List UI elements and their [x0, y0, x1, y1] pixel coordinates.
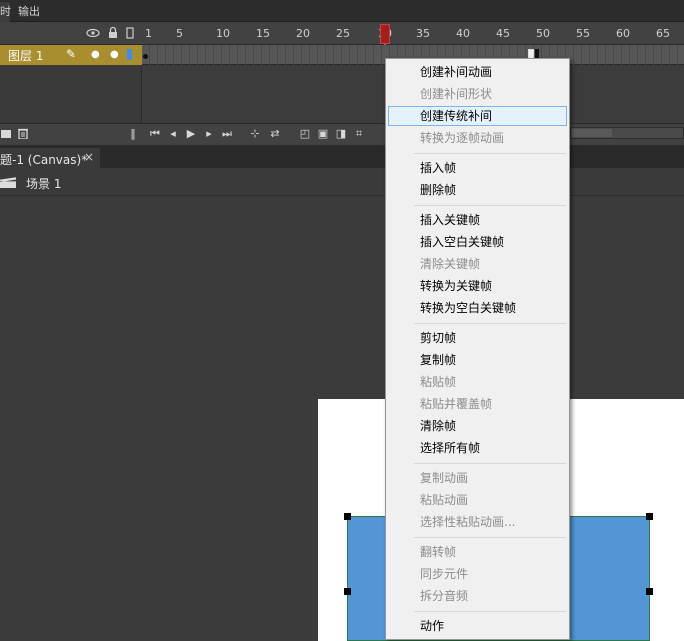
- transform-handle[interactable]: [646, 513, 653, 520]
- layer-color-swatch[interactable]: [127, 49, 132, 60]
- last-frame-icon[interactable]: ⏭: [220, 127, 234, 141]
- next-frame-icon[interactable]: ▸: [202, 127, 216, 141]
- lock-icon[interactable]: [106, 26, 120, 40]
- layer-name[interactable]: 图层 1: [8, 47, 43, 64]
- timeline-scrollbar-thumb[interactable]: [572, 129, 612, 137]
- edit-multiple-frames-icon[interactable]: ◨: [334, 127, 348, 141]
- close-icon[interactable]: ×: [84, 150, 94, 164]
- transform-handle[interactable]: [344, 588, 351, 595]
- menu-item: 翻转帧: [420, 545, 457, 559]
- menu-item[interactable]: 选择所有帧: [388, 438, 567, 458]
- menu-item: 粘贴动画: [420, 493, 469, 507]
- menu-item[interactable]: 插入空白关键帧: [388, 232, 567, 252]
- outline-icon[interactable]: [123, 26, 137, 40]
- panel-tab-bar: 时 输出: [0, 0, 684, 22]
- eye-icon[interactable]: [86, 26, 100, 40]
- menu-separator: [414, 463, 566, 464]
- menu-item[interactable]: 插入帧: [388, 158, 567, 178]
- ruler-number: 5: [176, 27, 183, 40]
- prev-frame-icon[interactable]: ◂: [166, 127, 180, 141]
- tab-output[interactable]: 输出: [12, 2, 46, 22]
- center-frame-icon[interactable]: ⊹: [248, 127, 262, 141]
- ruler-number: 50: [536, 27, 550, 40]
- menu-item[interactable]: 清除帧: [388, 416, 567, 436]
- menu-item: 拆分音频: [420, 589, 469, 603]
- modify-markers-icon[interactable]: ⌗: [352, 127, 366, 141]
- panel-divider-grip-icon[interactable]: ‖: [126, 127, 140, 141]
- menu-separator: [414, 611, 566, 612]
- layer-row[interactable]: 图层 1 ✎ ● ●: [0, 45, 142, 65]
- layers-panel-empty: [0, 65, 142, 123]
- menu-item[interactable]: 复制帧: [388, 350, 567, 370]
- menu-item[interactable]: 删除帧: [388, 180, 567, 200]
- menu-item: 复制动画: [420, 471, 469, 485]
- ruler-number: 55: [576, 27, 590, 40]
- ruler-number: 25: [336, 27, 350, 40]
- menu-item: 清除关键帧: [420, 257, 481, 271]
- menu-item: 同步元件: [420, 567, 469, 581]
- transform-handle[interactable]: [646, 588, 653, 595]
- menu-item[interactable]: 转换为关键帧: [388, 276, 567, 296]
- menu-separator: [414, 323, 566, 324]
- document-tab-title: 题-1 (Canvas)*: [0, 153, 88, 167]
- menu-item: 转换为逐帧动画: [420, 131, 505, 145]
- menu-separator: [414, 205, 566, 206]
- menu-item: 选择性粘贴动画...: [420, 515, 516, 529]
- document-tab-bar: 题-1 (Canvas)* ×: [0, 148, 684, 168]
- menu-item[interactable]: 动作: [388, 616, 567, 636]
- loop-icon[interactable]: ⇄: [268, 127, 282, 141]
- ruler-number: 15: [256, 27, 270, 40]
- ruler-number: 60: [616, 27, 630, 40]
- menu-separator: [414, 537, 566, 538]
- lock-dot[interactable]: ●: [110, 49, 119, 60]
- ruler-number: 1: [145, 27, 152, 40]
- menu-item: 粘贴并覆盖帧: [420, 397, 493, 411]
- ruler-number: 45: [496, 27, 510, 40]
- menu-item[interactable]: 创建补间动画: [388, 62, 567, 82]
- menu-item[interactable]: 转换为空白关键帧: [388, 298, 567, 318]
- menu-item[interactable]: 创建传统补间: [388, 106, 567, 126]
- trash-icon[interactable]: [16, 127, 30, 141]
- ruler-number: 20: [296, 27, 310, 40]
- ruler-number: 35: [416, 27, 430, 40]
- ruler-number: 65: [656, 27, 670, 40]
- menu-separator: [414, 153, 566, 154]
- folder-icon[interactable]: [0, 127, 14, 141]
- first-frame-icon[interactable]: ⏮: [148, 127, 162, 141]
- tab-timeline[interactable]: 时: [0, 2, 11, 22]
- scene-bar: [0, 168, 684, 196]
- menu-item: 粘贴帧: [420, 375, 457, 389]
- transform-handle[interactable]: [344, 513, 351, 520]
- onion-skin-icon[interactable]: ◰: [298, 127, 312, 141]
- keyframe-marker: [143, 54, 148, 59]
- menu-item[interactable]: 剪切帧: [388, 328, 567, 348]
- visibility-dot[interactable]: ●: [91, 49, 100, 60]
- menu-item[interactable]: 插入关键帧: [388, 210, 567, 230]
- timeline-header: 15101520253035404550556065: [0, 22, 684, 45]
- onion-outline-icon[interactable]: ▣: [316, 127, 330, 141]
- frame-context-menu: 创建补间动画创建补间形状创建传统补间转换为逐帧动画插入帧 删除帧插入关键帧 插入空白…: [385, 58, 570, 640]
- document-tab[interactable]: 题-1 (Canvas)* ×: [0, 148, 100, 168]
- pencil-icon: ✎: [66, 47, 77, 61]
- playhead[interactable]: [380, 24, 390, 44]
- ruler-number: 10: [216, 27, 230, 40]
- scene-label[interactable]: 场景 1: [26, 175, 61, 192]
- play-icon[interactable]: ▶: [184, 127, 198, 141]
- ruler-number: 40: [456, 27, 470, 40]
- menu-item: 创建补间形状: [420, 87, 493, 101]
